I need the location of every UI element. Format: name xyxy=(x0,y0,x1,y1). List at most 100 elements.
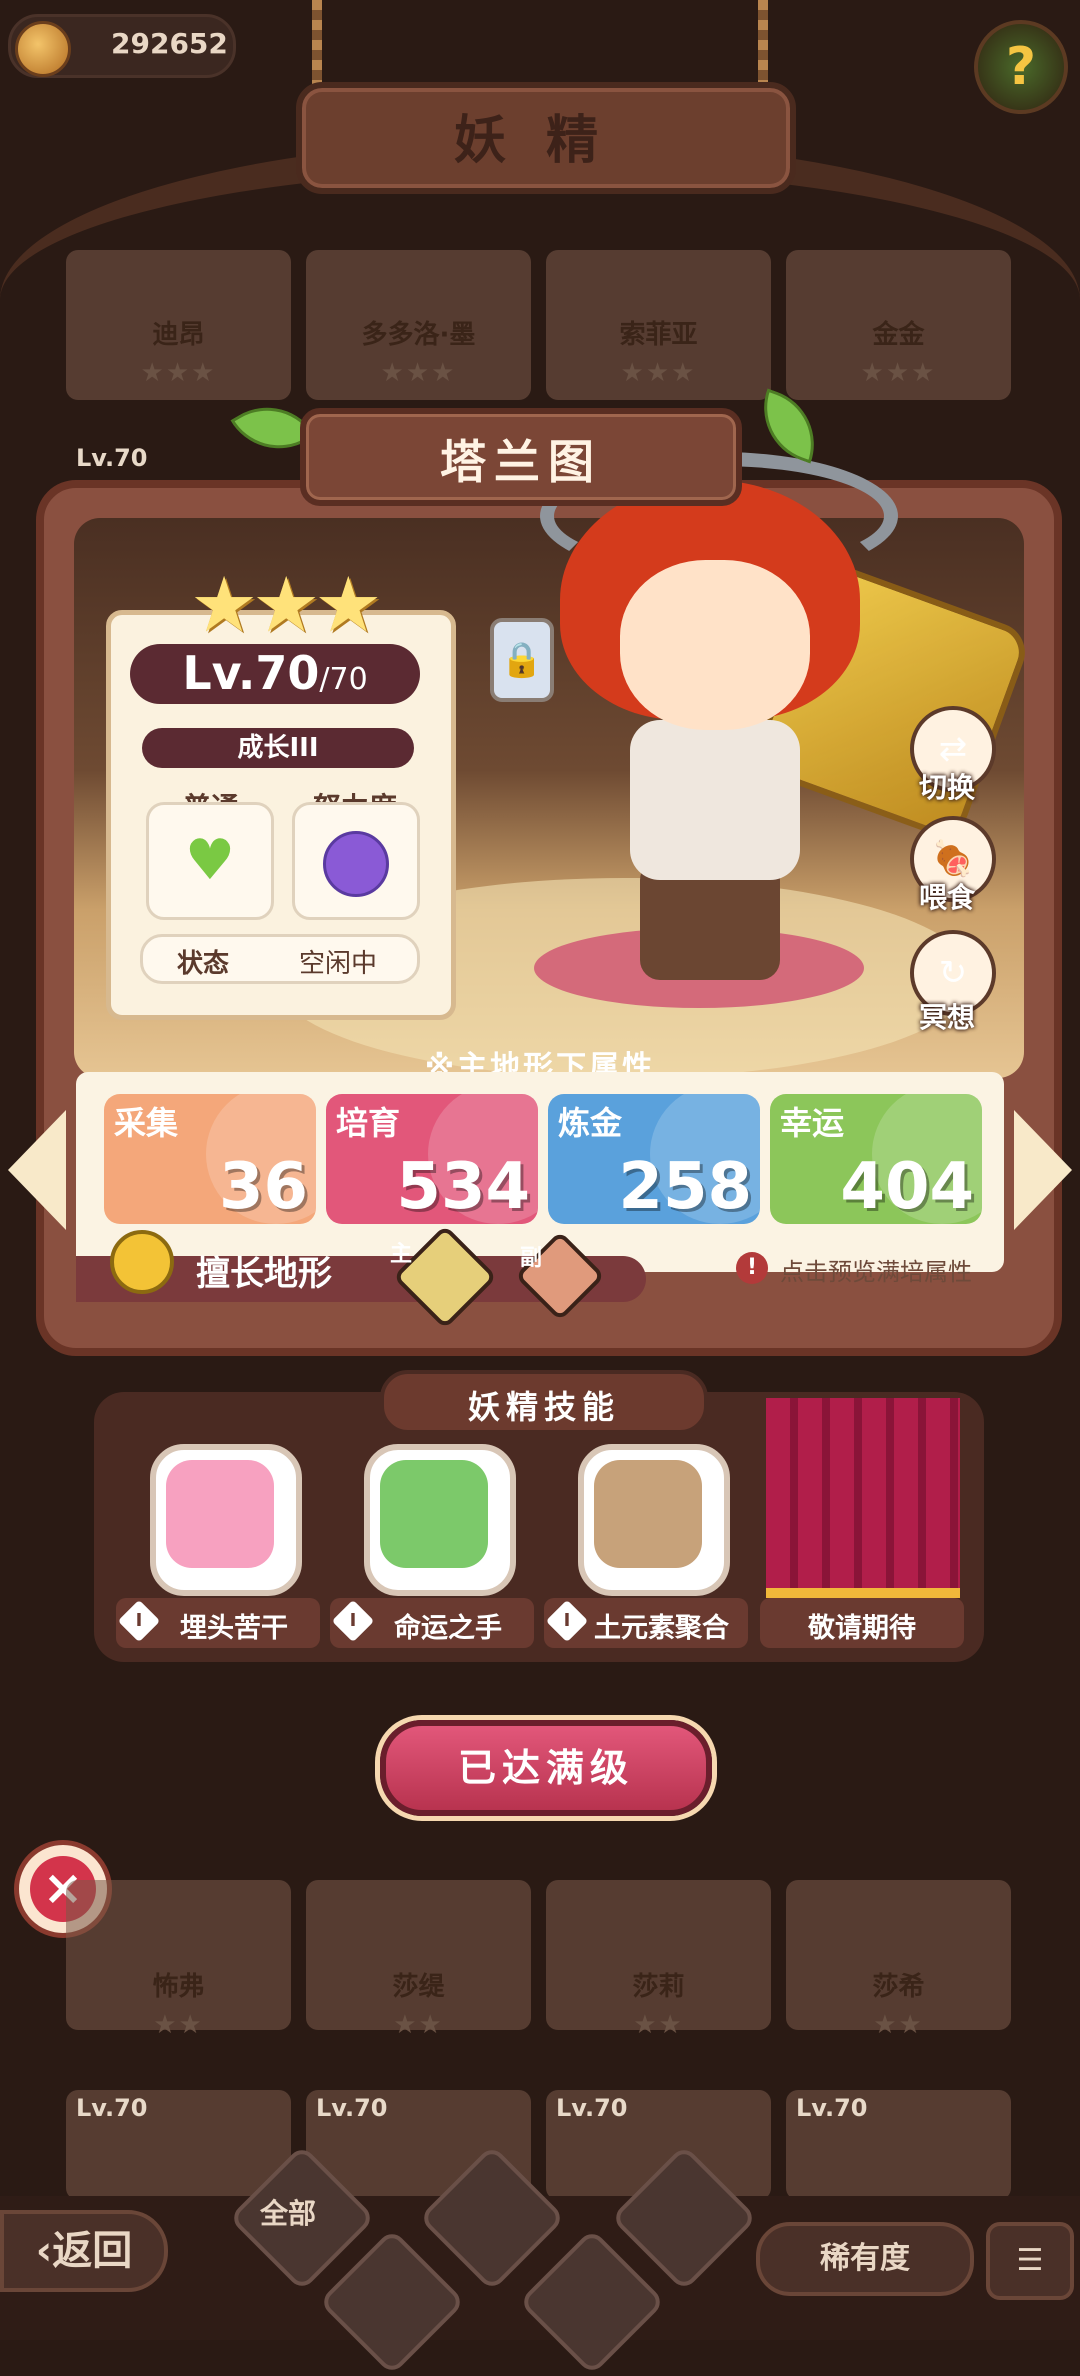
grid-card-name: 多多洛·墨 xyxy=(361,320,476,350)
skill-level: I xyxy=(349,1610,357,1631)
title-plank: 妖精 xyxy=(296,82,796,194)
swirl-icon: ↻ xyxy=(938,953,968,993)
max-level-button[interactable]: 已达满级 xyxy=(380,1720,712,1816)
grid-card-name: 索菲亚 xyxy=(619,320,698,350)
grid-card-name: 金金 xyxy=(872,320,925,350)
grid-card-name: 莎莉 xyxy=(632,1972,685,2002)
devil-icon xyxy=(323,831,389,897)
lock-icon[interactable]: 🔒 xyxy=(490,618,554,702)
skill-earth-fusion-icon[interactable] xyxy=(578,1444,730,1596)
skill-label-plate: I 埋头苦干 xyxy=(116,1598,320,1648)
grid-card-name: 怖弗 xyxy=(152,1972,205,2002)
grid-card-stars: ★★★ xyxy=(860,358,937,388)
feed-label: 喂食 xyxy=(918,881,975,914)
page-title: 妖精 xyxy=(453,111,638,171)
prev-fairy-arrow[interactable] xyxy=(8,1110,66,1230)
status-label: 状态 xyxy=(177,949,230,979)
coming-soon-label: 敬请期待 xyxy=(808,1613,916,1644)
grid-level-tag: Lv.70 xyxy=(76,2094,148,2122)
filter-all-label: 全部 xyxy=(260,2197,317,2230)
skill-label-plate: I 命运之手 xyxy=(330,1598,534,1648)
grid-card[interactable] xyxy=(546,1880,771,2030)
skills-title-banner: 妖精技能 xyxy=(380,1370,708,1434)
rarity-sort-button[interactable]: 稀有度 xyxy=(756,2222,974,2296)
fairy-character[interactable] xyxy=(560,470,880,990)
grid-level-tag: Lv.70 xyxy=(796,2094,868,2122)
skill-level-badge: I xyxy=(117,1599,161,1643)
grid-card[interactable] xyxy=(786,1880,1011,2030)
flower-icon xyxy=(110,1230,174,1294)
skill-label-plate: 敬请期待 xyxy=(760,1598,964,1648)
coin-value: 292652 xyxy=(111,27,228,60)
attr-name: 炼金 xyxy=(558,1104,623,1142)
skill-name: 土元素聚合 xyxy=(594,1613,729,1644)
attr-value: 36 xyxy=(218,1150,308,1224)
clover-icon xyxy=(380,1460,488,1568)
attr-value: 258 xyxy=(618,1150,752,1224)
back-button[interactable]: ‹返回 xyxy=(0,2210,168,2292)
attr-name: 培育 xyxy=(336,1104,401,1142)
level-value: Lv.70 xyxy=(182,646,320,700)
grid-card-name: 迪昂 xyxy=(152,320,205,350)
sort-icon: ☰ xyxy=(1016,2243,1044,2278)
effort-box[interactable] xyxy=(292,802,420,920)
coin-counter: 292652 xyxy=(8,14,236,78)
attr-luck: 幸运 404 xyxy=(770,1094,982,1224)
next-fairy-arrow[interactable] xyxy=(1014,1110,1072,1230)
level-text: Lv.70/70 xyxy=(130,646,420,700)
skill-level-badge: I xyxy=(331,1599,375,1643)
grid-level-tag: Lv.70 xyxy=(76,444,148,472)
growth-badge: 成长III xyxy=(142,728,414,768)
skill-level: I xyxy=(563,1610,571,1631)
grid-level-tag: Lv.70 xyxy=(556,2094,628,2122)
grid-card[interactable] xyxy=(66,1880,291,2030)
grid-card[interactable] xyxy=(306,1880,531,2030)
grid-card-stars: ★★ xyxy=(153,2010,204,2040)
skill-name: 命运之手 xyxy=(394,1613,502,1644)
skill-name: 埋头苦干 xyxy=(180,1613,288,1644)
grid-card-stars: ★★ xyxy=(393,2010,444,2040)
heart-icon: ♥ xyxy=(184,828,236,893)
level-max: /70 xyxy=(319,662,368,697)
name-plank: 塔兰图 xyxy=(300,408,742,506)
terrain-label: 擅长地形 xyxy=(196,1254,332,1294)
skill-hard-work-icon[interactable] xyxy=(150,1444,302,1596)
skill-hard-work-art xyxy=(166,1460,274,1568)
skill-fate-hand-icon[interactable] xyxy=(364,1444,516,1596)
preview-full-attributes-link[interactable]: 点击预览满培属性 xyxy=(780,1252,972,1287)
sub-terrain-tag: 副 xyxy=(520,1246,543,1271)
switch-icon: ⇄ xyxy=(938,729,968,769)
skill-level-badge: I xyxy=(545,1599,589,1643)
meat-icon: 🍖 xyxy=(931,839,975,879)
help-button[interactable]: ? xyxy=(974,20,1068,114)
swirl-earth-icon xyxy=(594,1460,702,1568)
grid-card-stars: ★★★ xyxy=(620,358,697,388)
warning-icon: ! xyxy=(736,1252,768,1284)
switch-label: 切换 xyxy=(918,771,975,804)
attr-value: 534 xyxy=(396,1150,530,1224)
grid-card-stars: ★★★ xyxy=(380,358,457,388)
mood-box[interactable]: ♥ xyxy=(146,802,274,920)
question-icon: ? xyxy=(1005,37,1037,97)
grid-level-tag: Lv.70 xyxy=(316,2094,388,2122)
grid-card-stars: ★★ xyxy=(633,2010,684,2040)
meditate-label: 冥想 xyxy=(918,1001,975,1034)
level-bar: Lv.70/70 xyxy=(130,644,420,704)
main-terrain-tag: 主 xyxy=(390,1242,413,1267)
attr-name: 采集 xyxy=(114,1104,179,1142)
fairy-stars: ★★★ xyxy=(190,560,382,649)
status-row: 状态 空闲中 xyxy=(140,934,420,984)
fairy-name: 塔兰图 xyxy=(440,435,602,489)
attr-alchemy: 炼金 258 xyxy=(548,1094,760,1224)
grid-card-stars: ★★★ xyxy=(140,358,217,388)
attr-value: 404 xyxy=(840,1150,974,1224)
chevron-left-icon: ‹ xyxy=(35,2228,53,2274)
skill-level: I xyxy=(135,1610,143,1631)
skills-title: 妖精技能 xyxy=(467,1388,620,1426)
skill-label-plate: I 土元素聚合 xyxy=(544,1598,748,1648)
attr-breed: 培育 534 xyxy=(326,1094,538,1224)
coin-icon xyxy=(15,21,71,77)
sort-order-button[interactable]: ☰ xyxy=(986,2222,1074,2300)
attr-gather: 采集 36 xyxy=(104,1094,316,1224)
status-value: 空闲中 xyxy=(299,949,378,979)
